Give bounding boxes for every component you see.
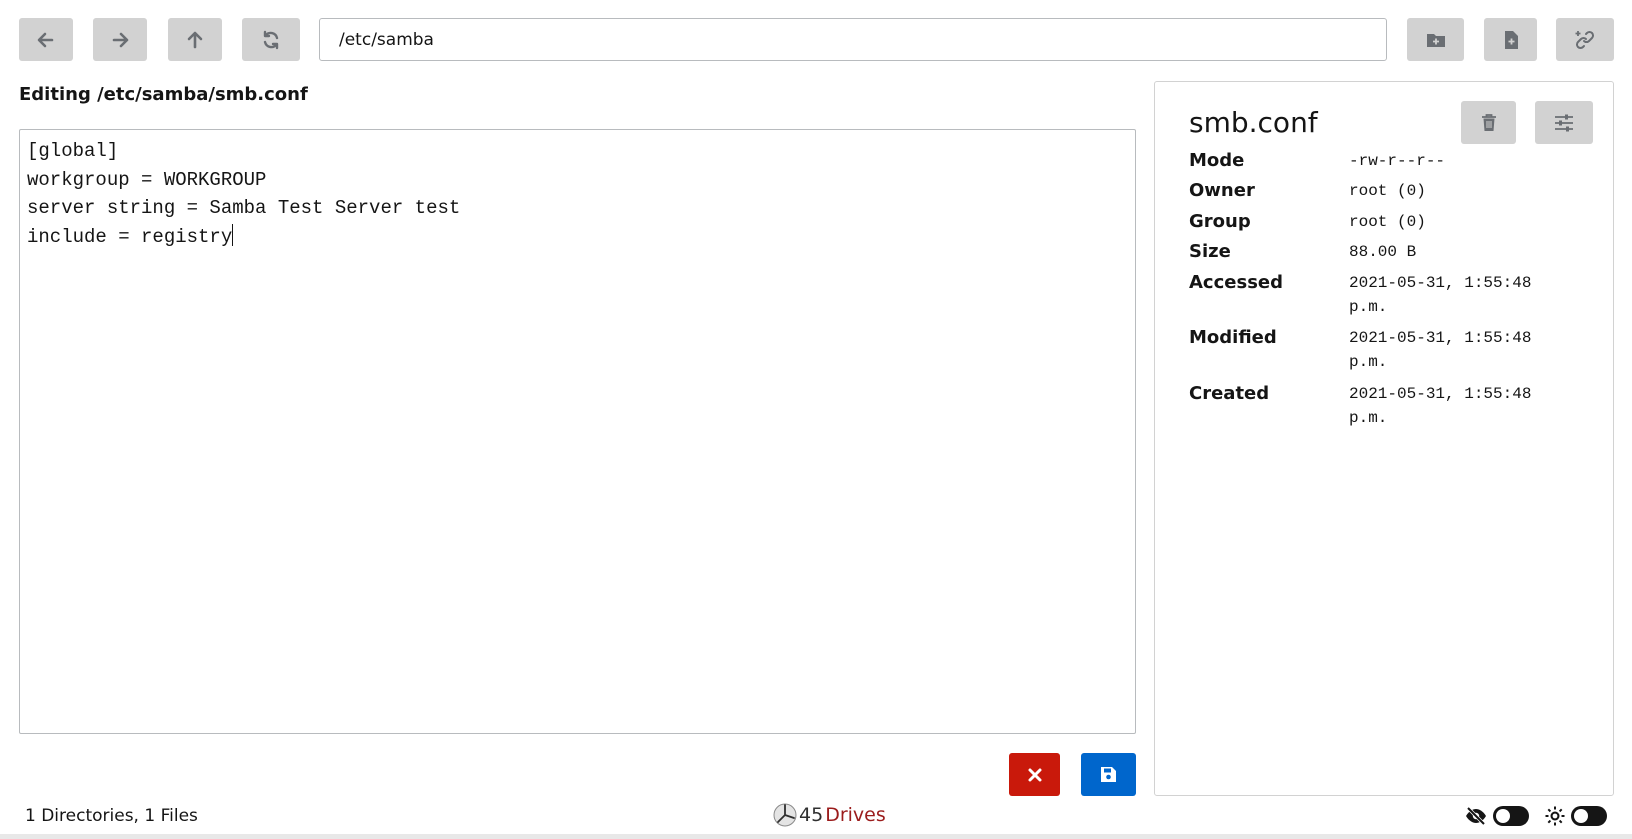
fan-logo-icon — [773, 803, 797, 827]
save-button[interactable] — [1081, 753, 1136, 796]
group-label: Group — [1189, 211, 1251, 232]
new-folder-button[interactable] — [1407, 18, 1464, 61]
file-name-heading: smb.conf — [1189, 106, 1318, 139]
show-hidden-files-toggle[interactable] — [1493, 806, 1529, 826]
file-content-editor[interactable]: [global] workgroup = WORKGROUP server st… — [19, 129, 1136, 734]
new-file-button[interactable] — [1484, 18, 1537, 61]
delete-button[interactable] — [1461, 101, 1516, 144]
file-properties-panel: smb.conf Mode -rw-r--r-- Owner root (0) … — [1154, 81, 1614, 796]
mode-value: -rw-r--r-- — [1349, 152, 1446, 170]
accessed-label: Accessed — [1189, 272, 1283, 293]
link-plus-icon — [1575, 30, 1595, 49]
modified-value: 2021-05-31, 1:55:48 p.m. — [1349, 329, 1532, 371]
editor-text: [global] workgroup = WORKGROUP server st… — [27, 140, 461, 249]
size-label: Size — [1189, 241, 1231, 262]
group-value: root (0) — [1349, 213, 1426, 231]
forward-button[interactable] — [93, 18, 147, 61]
refresh-icon — [263, 30, 279, 49]
mode-label: Mode — [1189, 150, 1245, 171]
cancel-button[interactable] — [1009, 753, 1060, 796]
close-icon — [1028, 768, 1041, 781]
owner-label: Owner — [1189, 180, 1255, 201]
accessed-value: 2021-05-31, 1:55:48 p.m. — [1349, 274, 1532, 316]
up-button[interactable] — [168, 18, 222, 61]
brand-name: Drives — [825, 804, 886, 826]
sun-icon — [1545, 806, 1565, 826]
brand-number: 45 — [799, 804, 824, 826]
show-hidden-toggle-group — [1465, 806, 1529, 826]
theme-toggle-group — [1545, 806, 1607, 826]
text-caret — [232, 224, 234, 247]
editor-title: Editing /etc/samba/smb.conf — [19, 84, 308, 105]
file-plus-icon — [1504, 30, 1518, 49]
owner-value: root (0) — [1349, 182, 1426, 200]
properties-settings-button[interactable] — [1535, 101, 1593, 144]
arrow-up-icon — [187, 31, 203, 48]
dark-mode-toggle[interactable] — [1571, 806, 1607, 826]
created-value: 2021-05-31, 1:55:48 p.m. — [1349, 385, 1532, 427]
sliders-icon — [1555, 114, 1573, 131]
path-input[interactable]: /etc/samba — [319, 18, 1387, 61]
bottom-divider — [0, 834, 1632, 839]
back-button[interactable] — [19, 18, 73, 61]
arrow-left-icon — [37, 32, 54, 47]
arrow-right-icon — [112, 32, 129, 47]
trash-icon — [1481, 113, 1496, 131]
modified-label: Modified — [1189, 327, 1277, 348]
directory-file-count: 1 Directories, 1 Files — [25, 806, 198, 826]
new-link-button[interactable] — [1556, 18, 1614, 61]
folder-plus-icon — [1426, 33, 1445, 47]
size-value: 88.00 B — [1349, 243, 1417, 261]
eye-slash-icon — [1466, 807, 1486, 825]
refresh-button[interactable] — [242, 18, 300, 61]
created-label: Created — [1189, 383, 1270, 404]
save-icon — [1101, 767, 1116, 782]
brand-logo: 45 Drives — [773, 803, 886, 827]
